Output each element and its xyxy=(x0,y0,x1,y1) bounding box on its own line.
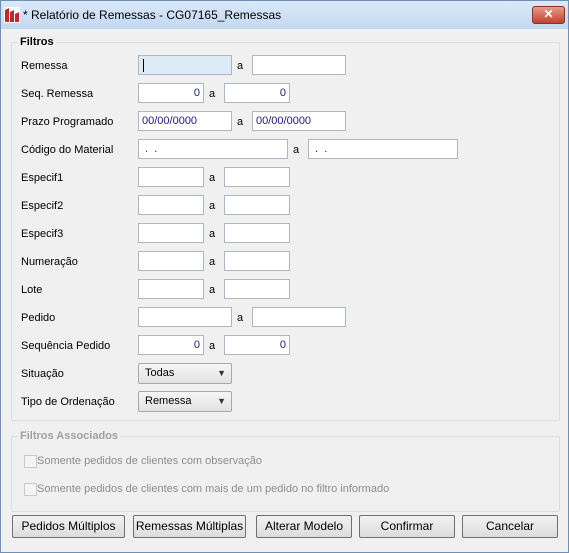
numeracao-label: Numeração xyxy=(21,256,78,268)
pedidos-multiplos-button[interactable]: Pedidos Múltiplos xyxy=(12,515,125,538)
especif1-from-input[interactable] xyxy=(138,167,204,187)
lote-to-input[interactable] xyxy=(224,279,290,299)
cancelar-button[interactable]: Cancelar xyxy=(462,515,558,538)
title-bar[interactable]: * Relatório de Remessas - CG07165_Remess… xyxy=(1,1,568,29)
close-icon: ✕ xyxy=(543,7,554,21)
seq-pedido-label: Sequência Pedido xyxy=(21,340,111,352)
material-to-input[interactable]: . . xyxy=(308,139,458,159)
especif3-to-input[interactable] xyxy=(224,223,290,243)
range-separator: a xyxy=(209,284,216,296)
range-separator: a xyxy=(209,340,216,352)
especif2-label: Especif2 xyxy=(21,200,64,212)
seq-remessa-from-input[interactable]: 0 xyxy=(138,83,204,103)
pedido-label: Pedido xyxy=(21,312,56,324)
numeracao-to-input[interactable] xyxy=(224,251,290,271)
ordenacao-label: Tipo de Ordenação xyxy=(21,396,115,408)
remessa-label: Remessa xyxy=(21,60,68,72)
prazo-from-input[interactable]: 00/00/0000 xyxy=(138,111,232,131)
material-label: Código do Material xyxy=(21,144,114,156)
chevron-down-icon: ▼ xyxy=(217,396,226,406)
obs-checkbox-label[interactable]: Somente pedidos de clientes com observaç… xyxy=(37,455,262,467)
multi-checkbox[interactable] xyxy=(24,483,37,496)
ordenacao-select[interactable]: Remessa ▼ xyxy=(138,391,232,412)
lote-from-input[interactable] xyxy=(138,279,204,299)
especif1-to-input[interactable] xyxy=(224,167,290,187)
prazo-label: Prazo Programado xyxy=(21,116,114,128)
app-logo-icon xyxy=(4,7,20,23)
remessa-to-input[interactable] xyxy=(252,55,346,75)
lote-label: Lote xyxy=(21,284,43,296)
seq-remessa-label: Seq. Remessa xyxy=(21,88,94,100)
situacao-value: Todas xyxy=(145,367,175,379)
remessa-from-input[interactable] xyxy=(138,55,232,75)
chevron-down-icon: ▼ xyxy=(217,368,226,378)
situacao-select[interactable]: Todas ▼ xyxy=(138,363,232,384)
especif3-label: Especif3 xyxy=(21,228,64,240)
window-title: * Relatório de Remessas - CG07165_Remess… xyxy=(23,8,282,22)
especif2-to-input[interactable] xyxy=(224,195,290,215)
remessas-multiplas-button[interactable]: Remessas Múltiplas xyxy=(133,515,246,538)
filters-legend: Filtros xyxy=(20,36,54,48)
range-separator: a xyxy=(209,228,216,240)
ordenacao-value: Remessa xyxy=(145,395,192,407)
prazo-to-input[interactable]: 00/00/0000 xyxy=(252,111,346,131)
pedido-to-input[interactable] xyxy=(252,307,346,327)
range-separator: a xyxy=(209,256,216,268)
range-separator: a xyxy=(237,60,244,72)
especif1-label: Especif1 xyxy=(21,172,64,184)
text-caret xyxy=(143,59,144,72)
range-separator: a xyxy=(237,312,244,324)
situacao-label: Situação xyxy=(21,368,64,380)
alterar-modelo-button[interactable]: Alterar Modelo xyxy=(256,515,352,538)
material-from-input[interactable]: . . xyxy=(138,139,288,159)
associated-filters-group: Filtros Associados xyxy=(11,430,560,512)
client-area: Filtros Remessa a Seq. Remessa 0 a 0 Pra… xyxy=(7,29,562,546)
pedido-from-input[interactable] xyxy=(138,307,232,327)
multi-checkbox-label[interactable]: Somente pedidos de clientes com mais de … xyxy=(37,483,389,495)
range-separator: a xyxy=(209,88,216,100)
report-window: * Relatório de Remessas - CG07165_Remess… xyxy=(0,0,569,553)
obs-checkbox[interactable] xyxy=(24,455,37,468)
range-separator: a xyxy=(293,144,300,156)
range-separator: a xyxy=(237,116,244,128)
especif2-from-input[interactable] xyxy=(138,195,204,215)
range-separator: a xyxy=(209,200,216,212)
numeracao-from-input[interactable] xyxy=(138,251,204,271)
seq-remessa-to-input[interactable]: 0 xyxy=(224,83,290,103)
range-separator: a xyxy=(209,172,216,184)
confirmar-button[interactable]: Confirmar xyxy=(359,515,455,538)
close-button[interactable]: ✕ xyxy=(532,6,565,24)
associated-filters-legend: Filtros Associados xyxy=(20,430,119,442)
seq-pedido-to-input[interactable]: 0 xyxy=(224,335,290,355)
seq-pedido-from-input[interactable]: 0 xyxy=(138,335,204,355)
especif3-from-input[interactable] xyxy=(138,223,204,243)
